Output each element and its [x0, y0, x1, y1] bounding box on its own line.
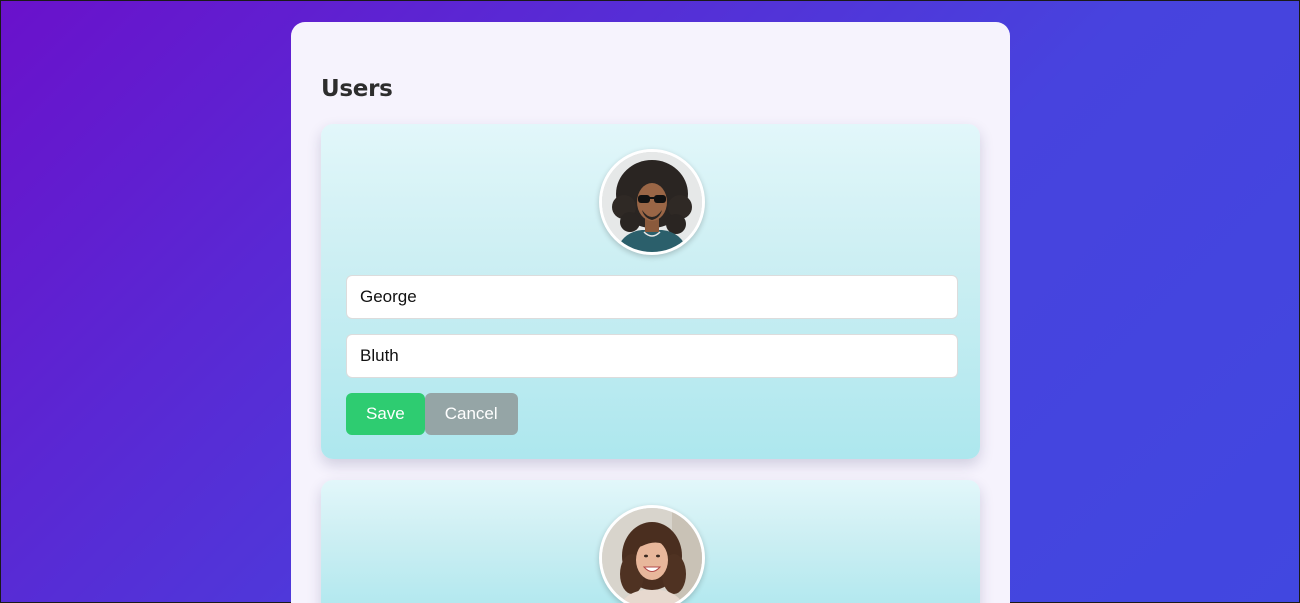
user-card: [321, 480, 980, 603]
user-avatar: [599, 149, 705, 255]
cancel-button[interactable]: Cancel: [424, 393, 518, 435]
user-card: Save Cancel: [321, 124, 980, 459]
first-name-input[interactable]: [346, 275, 958, 319]
page-title: Users: [321, 76, 393, 102]
save-button[interactable]: Save: [346, 393, 425, 435]
users-panel: Users George Bluth Save Cancel: [291, 22, 1010, 603]
card-actions: Save Cancel: [346, 393, 958, 435]
last-name-input[interactable]: [346, 334, 958, 378]
curly-hair-man-avatar-icon: [602, 152, 702, 252]
user-avatar: [599, 505, 705, 603]
smiling-woman-avatar-icon: [602, 508, 702, 603]
